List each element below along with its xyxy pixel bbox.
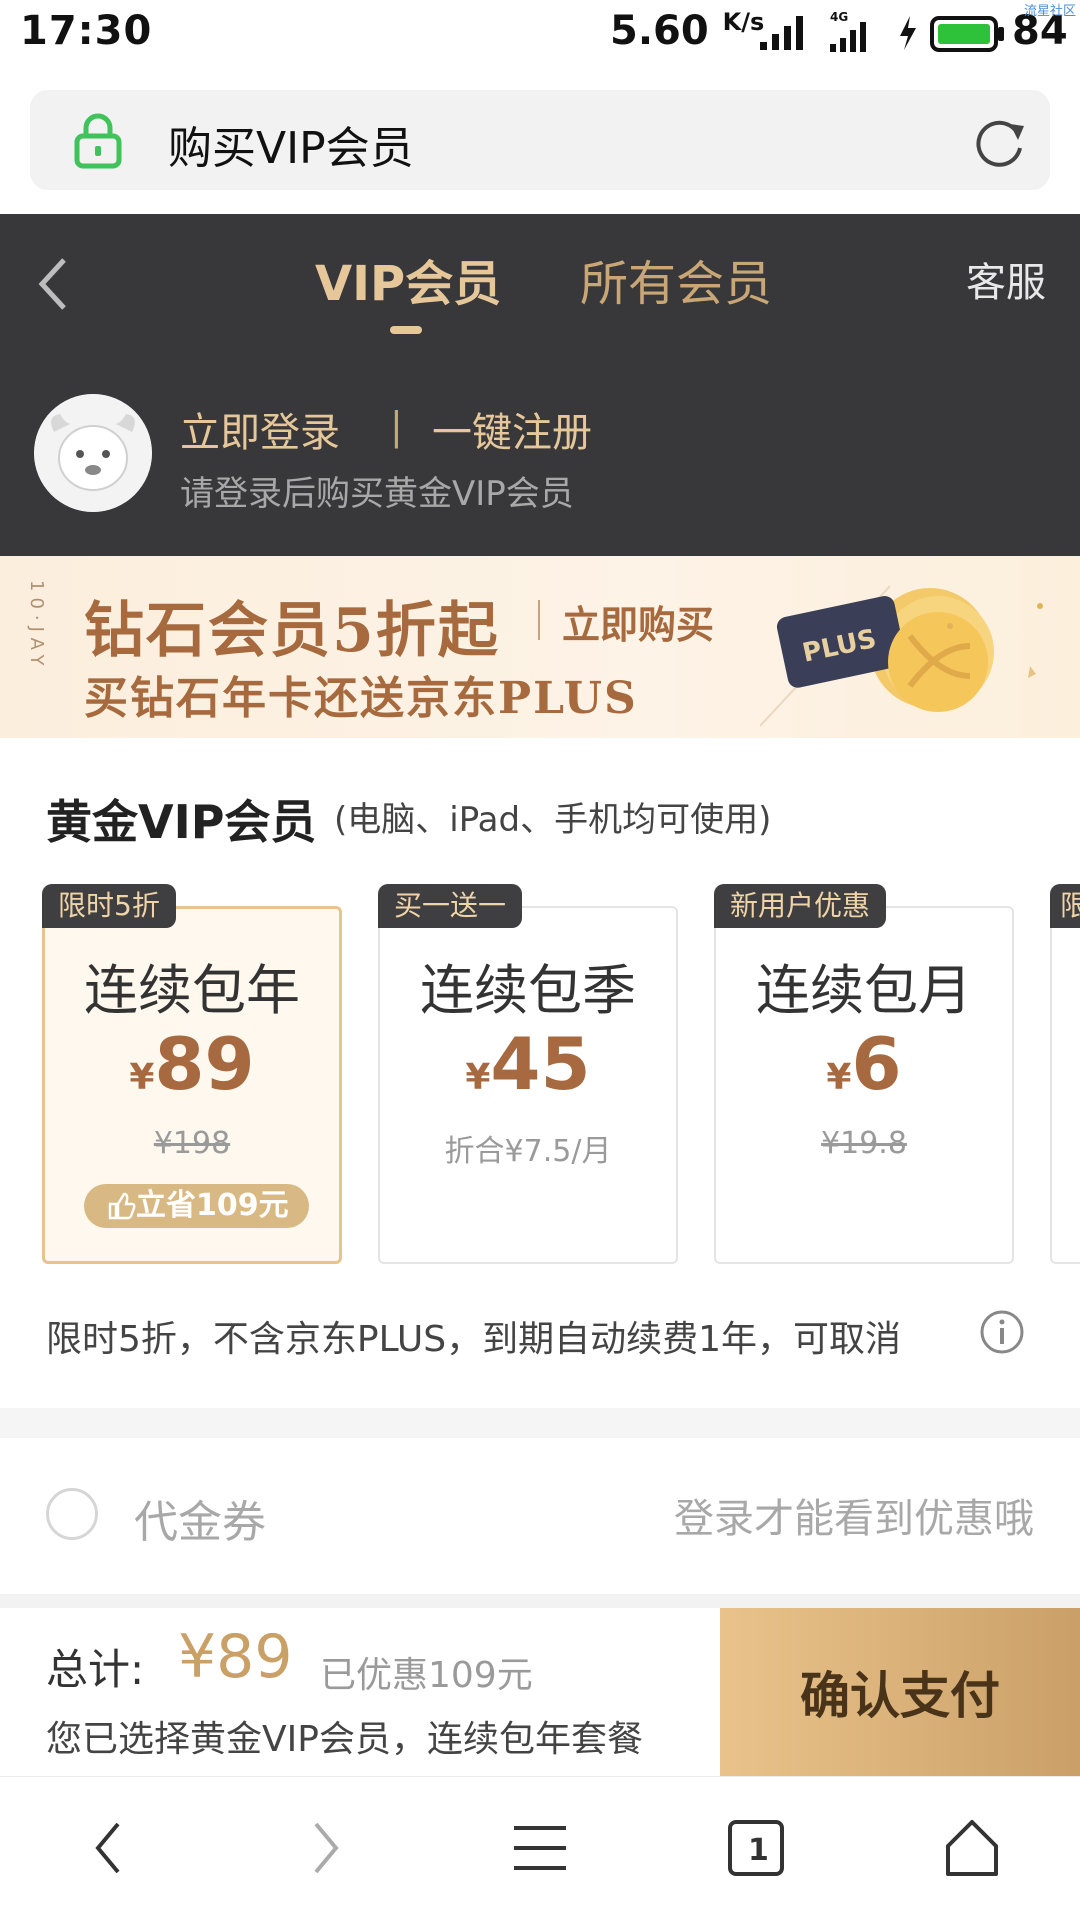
plan-name: 连续包年: [84, 959, 300, 1022]
plan-tag: 买一送一: [378, 884, 523, 928]
lock-icon: [74, 113, 122, 169]
coupon-label[interactable]: 代金券: [134, 1486, 266, 1550]
refresh-icon[interactable]: [972, 114, 1028, 170]
tab-active-indicator: [390, 326, 422, 334]
menu-icon[interactable]: [512, 1822, 568, 1874]
charging-icon: [900, 16, 916, 50]
currency-symbol: ¥: [129, 1057, 155, 1098]
section-divider: [0, 1408, 1080, 1438]
section-title: 黄金VIP会员: [46, 795, 317, 849]
signal-icon: [760, 16, 803, 50]
battery-icon: [930, 16, 1004, 52]
url-title[interactable]: 购买VIP会员: [168, 112, 414, 176]
plan-tag: 限时5折: [42, 884, 176, 928]
login-divider: |: [390, 404, 403, 448]
info-icon[interactable]: [978, 1308, 1026, 1356]
price-value: 6: [851, 1022, 902, 1106]
plan-tag: 新用户优惠: [714, 884, 887, 928]
tab-all-members[interactable]: 所有会员: [580, 244, 772, 314]
plan-price: ¥6: [714, 1022, 1014, 1106]
banner-separator: [538, 600, 540, 640]
register-link[interactable]: 一键注册: [432, 400, 592, 458]
avatar-deer-icon: [34, 394, 152, 512]
status-time: 17:30: [20, 8, 153, 54]
thumbs-up-icon: [108, 1192, 136, 1220]
avatar[interactable]: [34, 394, 152, 512]
gift-coin-icon: PLUS: [760, 585, 1043, 727]
plan-per-month: 折合¥7.5/月: [444, 1134, 612, 1169]
banner-side-text: 10·JAY: [26, 580, 47, 672]
banner-subline: 买钻石年卡还送京东PLUS: [84, 673, 638, 724]
confirm-pay-button[interactable]: 确认支付: [720, 1608, 1080, 1776]
plan-original-price: ¥19.8: [821, 1126, 907, 1161]
total-discount: 已优惠109元: [320, 1655, 533, 1696]
banner-buy-now[interactable]: 立即购买: [562, 594, 714, 649]
price-value: 89: [154, 1022, 255, 1106]
section-divider: [0, 1594, 1080, 1608]
watermark: 流星社区: [1023, 4, 1076, 19]
section-subtitle: (电脑、iPad、手机均可使用): [334, 800, 772, 840]
login-link[interactable]: 立即登录: [180, 400, 340, 458]
selection-description: 您已选择黄金VIP会员，连续包年套餐: [46, 1719, 643, 1760]
total-label: 总计:: [46, 1645, 145, 1694]
tabs-icon[interactable]: 1: [726, 1818, 786, 1878]
plan-name: 连续包月: [756, 959, 972, 1022]
plan-tag: 限: [1050, 884, 1080, 928]
plan-name: 连续包季: [420, 959, 636, 1022]
speed-value: 5.60: [610, 8, 709, 54]
customer-service-link[interactable]: 客服: [966, 250, 1046, 308]
save-badge: 立省109元: [84, 1184, 309, 1228]
coupon-radio[interactable]: [46, 1488, 98, 1540]
back-icon[interactable]: [34, 256, 74, 312]
plan-card-partial[interactable]: [1050, 906, 1080, 1264]
nav-forward-icon[interactable]: [306, 1818, 346, 1878]
nav-back-icon[interactable]: [88, 1818, 128, 1878]
tab-vip[interactable]: VIP会员: [315, 244, 501, 314]
currency-symbol: ¥: [826, 1057, 852, 1098]
home-icon[interactable]: [940, 1816, 1004, 1880]
svg-text:1: 1: [748, 1833, 769, 1868]
network-speed: 5.60 K/s: [610, 8, 764, 54]
banner-headline: 钻石会员5折起: [84, 596, 500, 666]
plan-notice: 限时5折，不含京东PLUS，到期自动续费1年，可取消: [46, 1319, 901, 1360]
login-hint: 请登录后购买黄金VIP会员: [180, 474, 574, 514]
total-price: ¥89: [178, 1622, 293, 1692]
save-text: 立省109元: [136, 1188, 289, 1223]
plan-original-price: ¥198: [153, 1126, 231, 1161]
plan-price: ¥89: [42, 1022, 342, 1106]
price-value: 45: [490, 1022, 591, 1106]
currency-symbol: ¥: [465, 1057, 491, 1098]
plan-price: ¥45: [378, 1022, 678, 1106]
coupon-hint: 登录才能看到优惠哦: [674, 1496, 1034, 1542]
signal-4g-icon: [830, 22, 866, 52]
